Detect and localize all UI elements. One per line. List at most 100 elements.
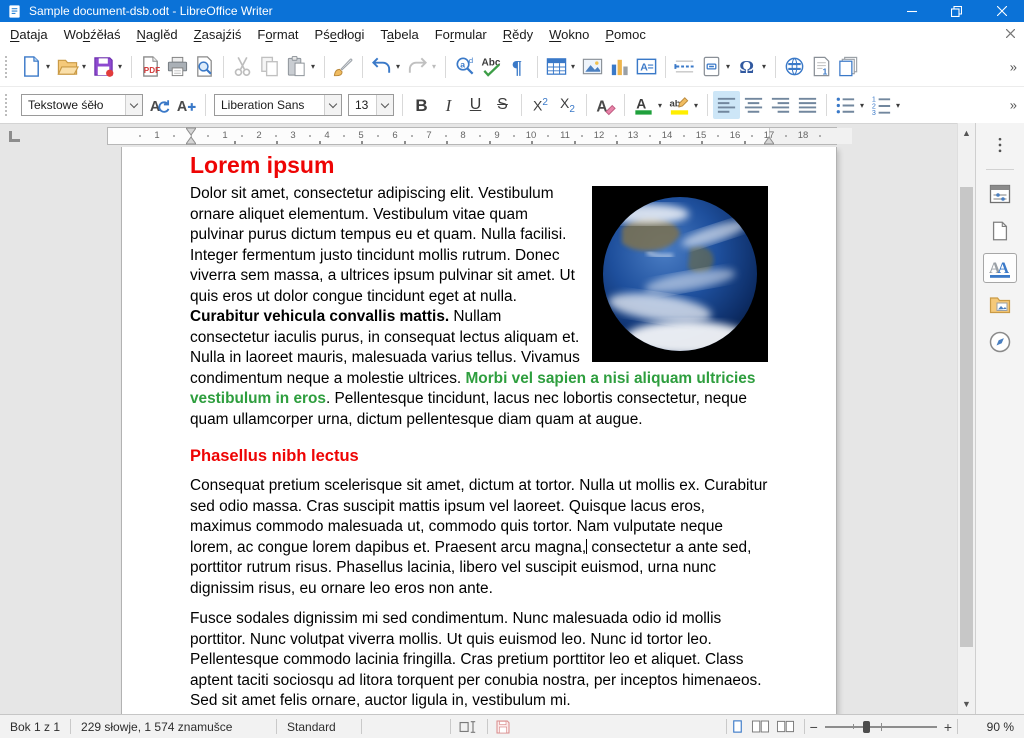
export-pdf-button[interactable]: PDF xyxy=(137,53,164,81)
horizontal-ruler[interactable]: 1123456789101112131415161718 xyxy=(107,127,837,145)
chevron-down-icon[interactable] xyxy=(125,95,142,115)
font-size-combobox[interactable]: 13 xyxy=(348,94,394,116)
insert-chart-button[interactable] xyxy=(606,53,633,81)
numbered-list-button[interactable]: 123 xyxy=(868,91,895,119)
tab-type-selector-icon[interactable] xyxy=(9,131,20,142)
scrollbar-thumb[interactable] xyxy=(960,187,973,647)
insert-field-dropdown-icon[interactable]: ▾ xyxy=(723,62,733,71)
menu-woba[interactable]: Wobźěłaś xyxy=(56,24,129,45)
page-style-status[interactable]: Standard xyxy=(277,720,361,734)
menu-pomoc[interactable]: Pomoc xyxy=(597,24,653,45)
zoom-slider-thumb[interactable] xyxy=(863,721,870,733)
clear-formatting-button[interactable]: A xyxy=(592,91,619,119)
sidebar-properties-button[interactable] xyxy=(983,179,1017,209)
scroll-down-icon[interactable]: ▼ xyxy=(958,696,975,712)
update-style-button[interactable]: A xyxy=(146,91,173,119)
print-button[interactable] xyxy=(164,53,191,81)
insert-special-character-dropdown-icon[interactable]: ▾ xyxy=(759,62,769,71)
insert-footnote-button[interactable]: 1 xyxy=(808,53,835,81)
paste-button[interactable] xyxy=(283,53,310,81)
insert-endnote-button[interactable] xyxy=(835,53,862,81)
undo-dropdown-icon[interactable]: ▾ xyxy=(393,62,403,71)
menu-tabela[interactable]: Tabela xyxy=(372,24,426,45)
zoom-slider[interactable] xyxy=(825,726,937,728)
save-dropdown-icon[interactable]: ▾ xyxy=(115,62,125,71)
scroll-up-icon[interactable]: ▲ xyxy=(958,125,975,141)
close-document-icon[interactable] xyxy=(1006,29,1015,38)
menu-rdy[interactable]: Rědy xyxy=(495,24,541,45)
redo-dropdown-icon[interactable]: ▾ xyxy=(429,62,439,71)
vertical-scrollbar[interactable]: ▲ ▼ xyxy=(957,123,975,714)
sidebar-gallery-button[interactable] xyxy=(983,290,1017,320)
insert-textbox-button[interactable]: A xyxy=(633,53,660,81)
document-workspace[interactable]: Lorem ipsum xyxy=(0,147,957,714)
align-justify-button[interactable] xyxy=(794,91,821,119)
sidebar-page-button[interactable] xyxy=(983,216,1017,246)
font-color-dropdown-icon[interactable]: ▾ xyxy=(655,101,665,110)
highlight-color-button[interactable]: ab xyxy=(666,91,693,119)
sidebar-navigator-button[interactable] xyxy=(983,327,1017,357)
new-document-dropdown-icon[interactable]: ▾ xyxy=(43,62,53,71)
document-page[interactable]: Lorem ipsum xyxy=(122,147,836,714)
zoom-level-status[interactable]: 90 % xyxy=(958,720,1024,734)
word-count-status[interactable]: 229 słowje, 1 574 znamušce xyxy=(71,720,276,734)
zoom-out-button[interactable]: − xyxy=(805,719,823,735)
paste-dropdown-icon[interactable]: ▾ xyxy=(308,62,318,71)
undo-button[interactable] xyxy=(368,53,395,81)
open-button[interactable] xyxy=(54,53,81,81)
superscript-button[interactable]: X2 xyxy=(527,91,554,119)
toolbar-overflow-button[interactable]: » xyxy=(1010,59,1017,74)
book-view-icon[interactable] xyxy=(773,719,798,734)
new-document-button[interactable] xyxy=(18,53,45,81)
insert-table-dropdown-icon[interactable]: ▾ xyxy=(568,62,578,71)
menu-formular[interactable]: Formular xyxy=(427,24,495,45)
font-name-combobox[interactable]: Liberation Sans xyxy=(214,94,342,116)
bold-button[interactable]: B xyxy=(408,91,435,119)
bullet-list-dropdown-icon[interactable]: ▾ xyxy=(857,101,867,110)
align-right-button[interactable] xyxy=(767,91,794,119)
menu-nagld[interactable]: Naglěd xyxy=(128,24,185,45)
formatting-marks-button[interactable]: ¶ xyxy=(505,53,532,81)
menu-pedogi[interactable]: Pśedłogi xyxy=(307,24,373,45)
bullet-list-button[interactable] xyxy=(832,91,859,119)
menu-zasaji[interactable]: Zasajźiś xyxy=(186,24,250,45)
print-preview-button[interactable] xyxy=(191,53,218,81)
insert-field-button[interactable] xyxy=(698,53,725,81)
earth-image[interactable] xyxy=(592,186,768,362)
toolbar-grip[interactable] xyxy=(5,94,12,116)
numbered-list-dropdown-icon[interactable]: ▾ xyxy=(893,101,903,110)
clone-formatting-button[interactable] xyxy=(330,53,357,81)
underline-button[interactable]: U xyxy=(462,91,489,119)
spelling-button[interactable]: Abc xyxy=(478,53,505,81)
paragraph-style-combobox[interactable]: Tekstowe śěło xyxy=(21,94,143,116)
page-number-status[interactable]: Bok 1 z 1 xyxy=(0,720,70,734)
insert-page-break-button[interactable] xyxy=(671,53,698,81)
restore-button[interactable] xyxy=(934,0,979,22)
menu-format[interactable]: Format xyxy=(249,24,306,45)
insert-mode-icon[interactable] xyxy=(451,719,487,735)
zoom-in-button[interactable]: + xyxy=(939,719,957,735)
align-center-button[interactable] xyxy=(740,91,767,119)
sidebar-sidebar-menu-button[interactable] xyxy=(983,130,1017,160)
save-status-icon[interactable] xyxy=(488,719,518,735)
toolbar-overflow-button[interactable]: » xyxy=(1010,98,1017,113)
insert-hyperlink-button[interactable] xyxy=(781,53,808,81)
subscript-button[interactable]: X2 xyxy=(554,91,581,119)
italic-button[interactable]: I xyxy=(435,91,462,119)
single-page-view-icon[interactable] xyxy=(727,719,748,734)
sidebar-styles-button[interactable]: AA xyxy=(983,253,1017,283)
multi-page-view-icon[interactable] xyxy=(748,719,773,734)
align-left-button[interactable] xyxy=(713,91,740,119)
highlight-color-dropdown-icon[interactable]: ▾ xyxy=(691,101,701,110)
font-color-button[interactable]: A xyxy=(630,91,657,119)
find-replace-button[interactable]: ad xyxy=(451,53,478,81)
save-button[interactable] xyxy=(90,53,117,81)
strikethrough-button[interactable]: S xyxy=(489,91,516,119)
menu-wokno[interactable]: Wokno xyxy=(541,24,597,45)
insert-table-button[interactable] xyxy=(543,53,570,81)
insert-special-character-button[interactable]: Ω xyxy=(734,53,761,81)
minimize-button[interactable] xyxy=(889,0,934,22)
chevron-down-icon[interactable] xyxy=(376,95,393,115)
open-dropdown-icon[interactable]: ▾ xyxy=(79,62,89,71)
chevron-down-icon[interactable] xyxy=(324,95,341,115)
